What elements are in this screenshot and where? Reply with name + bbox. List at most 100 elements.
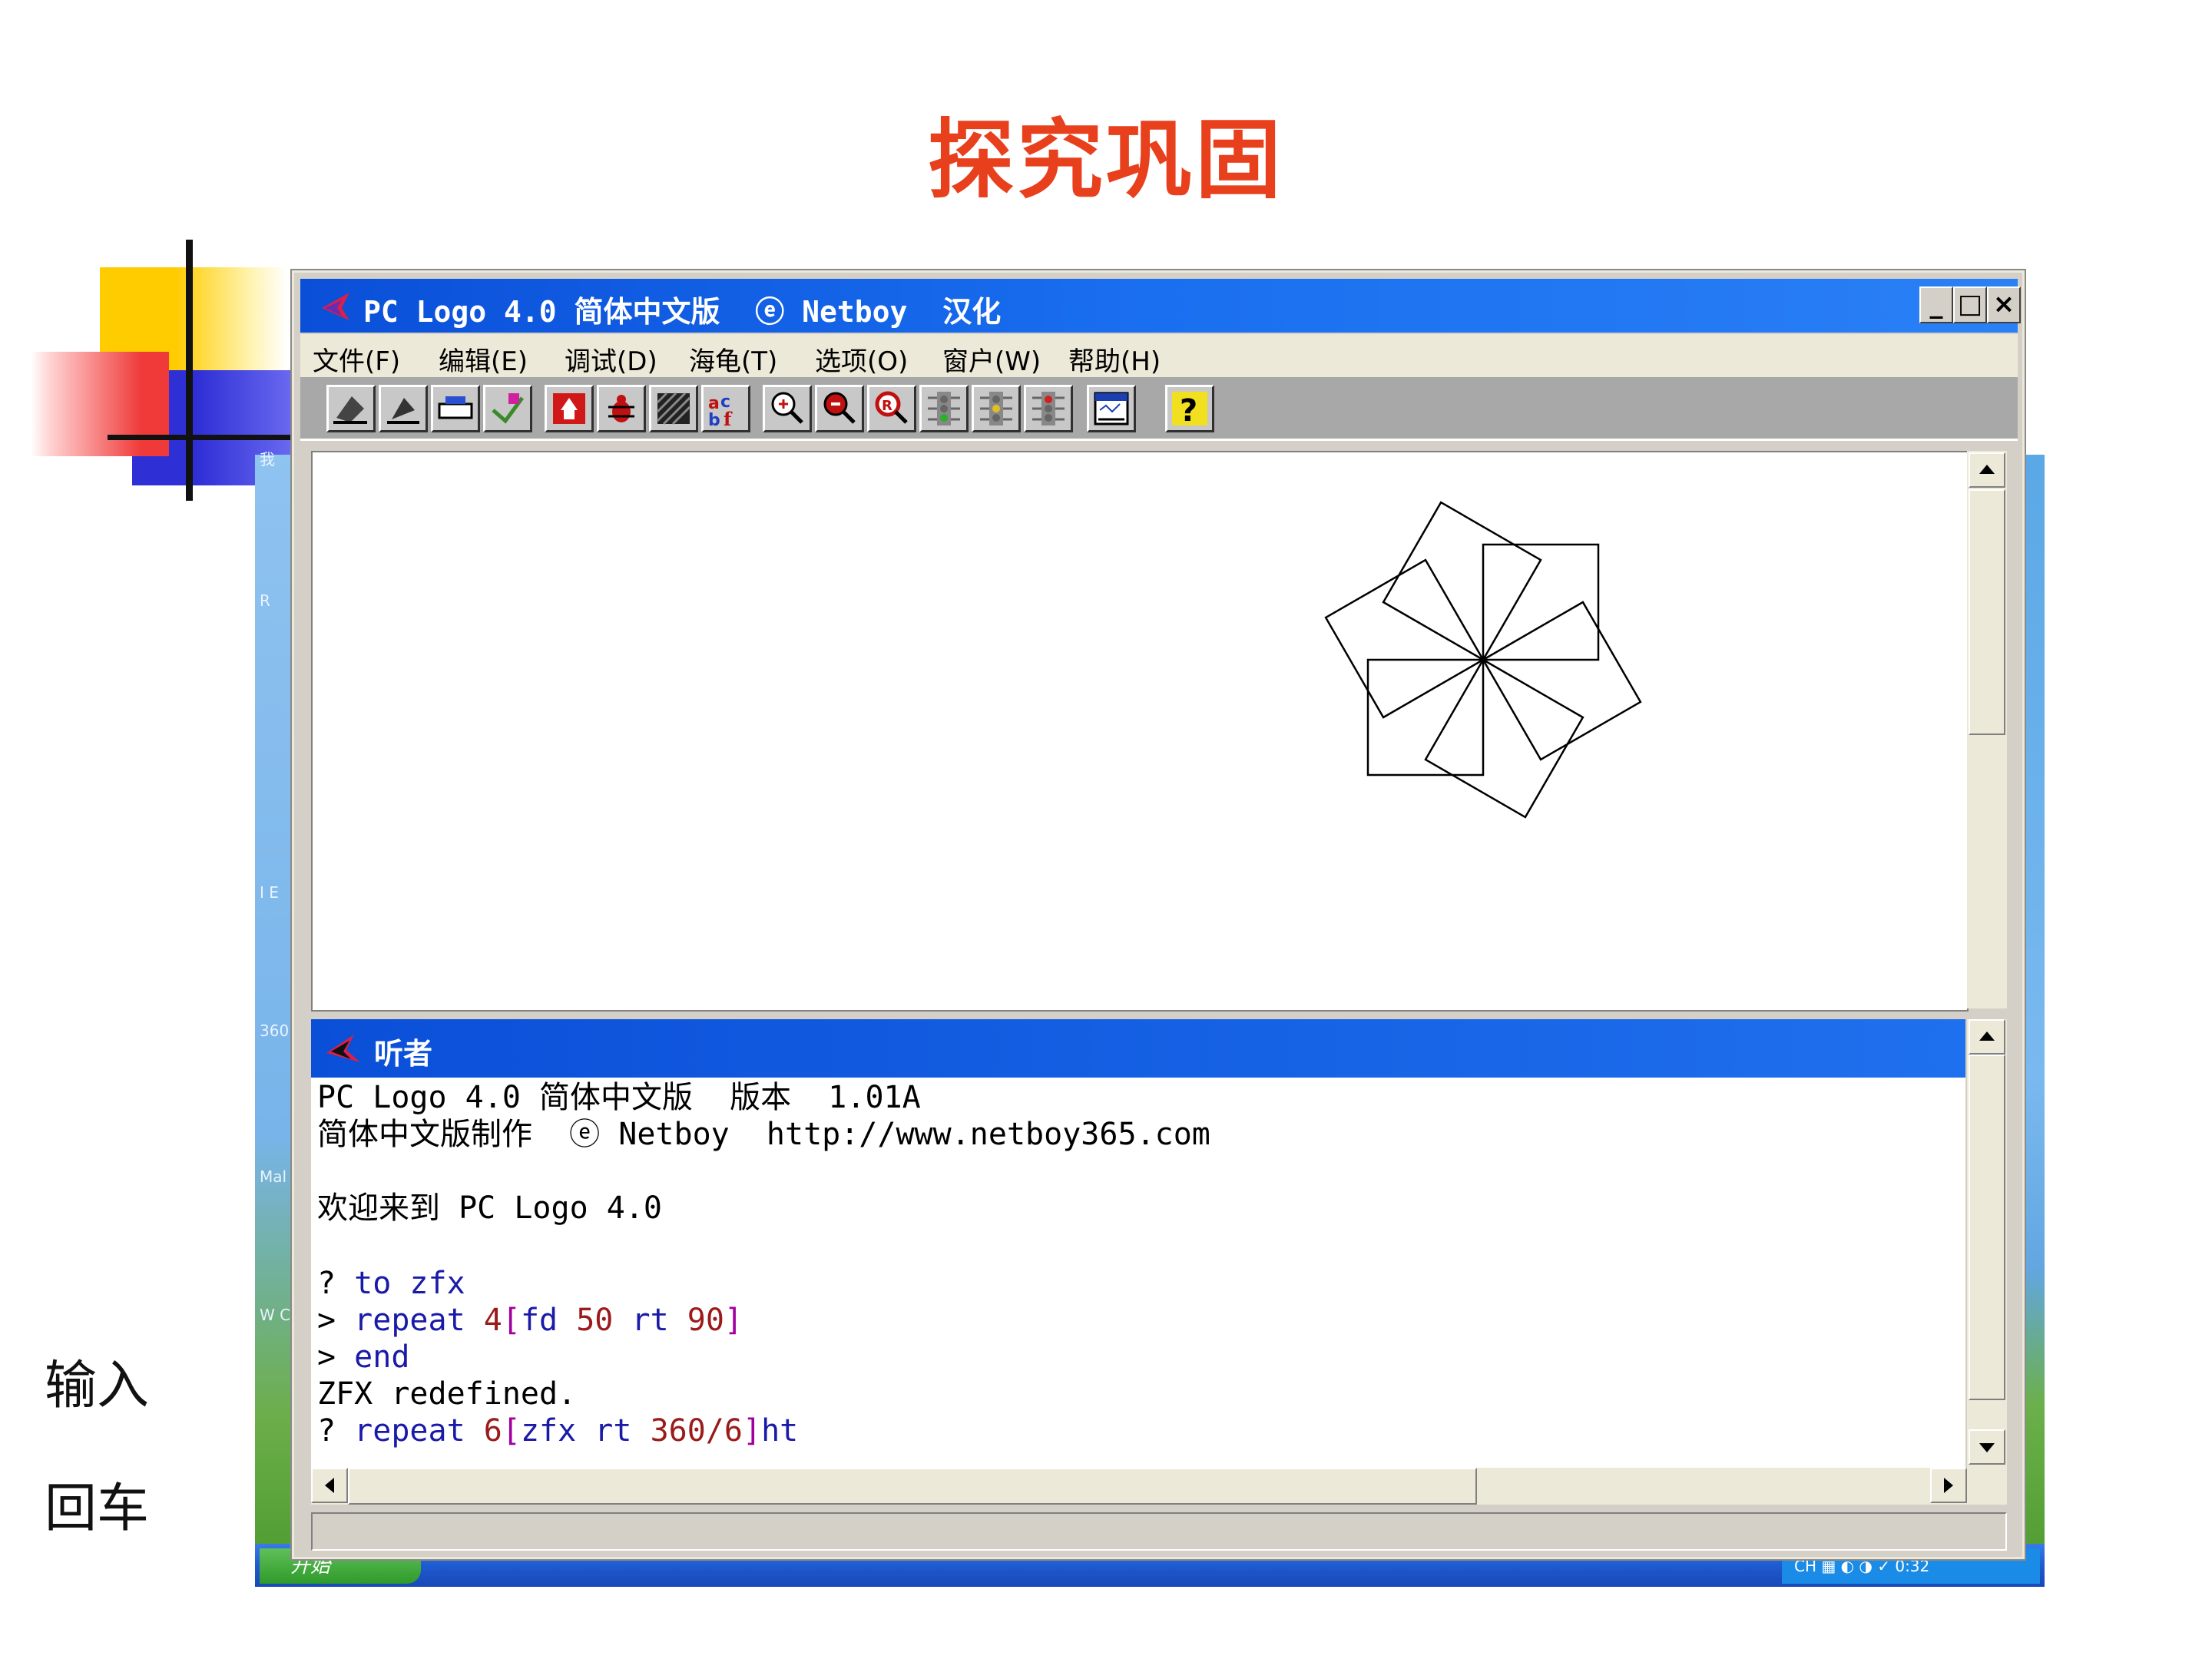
traffic-stop-icon[interactable] [1024,385,1073,432]
prompt: ? [317,1413,355,1449]
prompt: ? [317,1266,355,1301]
desktop-icon-label[interactable]: Mal [260,1167,286,1186]
menu-file[interactable]: 文件(F) [313,340,400,378]
svg-text:R: R [882,398,892,414]
bug-icon[interactable] [597,385,646,432]
decor-vertical-line [186,240,193,501]
status-bar [311,1512,2007,1551]
maximize-button[interactable]: □ [1953,286,1987,323]
font-icon[interactable]: acbf [701,385,750,432]
turtle-square [1482,601,1642,761]
turtle-square [1424,658,1584,819]
listener-vertical-scrollbar[interactable] [1967,1019,2007,1468]
print-icon[interactable] [431,385,480,432]
listener-line: 简体中文版制作 ⓔ Netboy http://www.netboy365.co… [317,1117,1210,1152]
prompt: > [317,1303,355,1338]
help-icon[interactable]: ? [1165,385,1214,432]
pattern-icon[interactable] [649,385,698,432]
listener-titlebar[interactable]: 听者 [311,1019,1965,1078]
graphics-canvas[interactable] [311,451,1969,1012]
keyword: end [354,1339,410,1375]
listener-text-area[interactable]: PC Logo 4.0 简体中文版 版本 1.01A 简体中文版制作 ⓔ Net… [311,1078,1965,1468]
scroll-down-button[interactable] [1969,1429,2005,1465]
listener-scroll-thumb[interactable] [1969,1055,2005,1400]
number: 4 [483,1303,502,1338]
bracket: ] [742,1413,762,1449]
pclogo-window: PC Logo 4.0 简体中文版 ⓔ Netboy 汉化 _ □ × 文件(F… [292,270,2025,1559]
bracket: [ [502,1303,521,1338]
toolbar: acbf R ? [300,377,2018,441]
menu-window[interactable]: 窗户(W) [942,340,1041,378]
listener-line: 欢迎来到 PC Logo 4.0 [317,1190,662,1226]
menu-options[interactable]: 选项(O) [815,340,908,378]
scroll-up-button[interactable] [1969,1019,2005,1055]
turtle-square [1324,558,1485,719]
keyword: ht [761,1413,799,1449]
bracket: [ [502,1413,521,1449]
keyword: rt [631,1303,669,1338]
menu-debug[interactable]: 调试(D) [565,340,657,378]
save-file-icon[interactable] [379,385,428,432]
desktop-icon-label[interactable]: 我 [260,447,275,469]
listener-icon [326,1035,360,1062]
keyword: to zfx [354,1266,465,1301]
side-note-input: 输入 [45,1356,150,1416]
slide-title: 探究巩固 [928,110,1284,210]
desktop-icon-label[interactable]: R [260,591,270,610]
keyword: zfx [520,1413,577,1449]
number: 50 [576,1303,614,1338]
number: 90 [687,1303,724,1338]
desktop-icon-label[interactable]: 360 [260,1022,289,1040]
listener-line: PC Logo 4.0 简体中文版 版本 1.01A [317,1080,921,1115]
side-note-enter: 回车 [45,1479,150,1539]
listener-horizontal-scrollbar[interactable] [311,1468,2007,1505]
keyword: fd [520,1303,558,1338]
listener-line: > repeat 4[fd 50 rt 90] [317,1302,743,1339]
number: 6 [483,1413,502,1449]
turtle-square [1382,501,1542,661]
decor-red-square [31,352,169,456]
open-file-icon[interactable] [326,385,376,432]
scroll-left-button[interactable] [311,1468,348,1503]
edit-icon[interactable] [483,385,532,432]
desktop-icon-label[interactable]: W C [260,1306,290,1324]
listener-line: > end [317,1339,409,1376]
listener-line: ? to zfx [317,1265,465,1302]
menu-bar: 文件(F) 编辑(E) 调试(D) 海龟(T) 选项(O) 窗户(W) 帮助(H… [300,334,2018,377]
listener-line: ? repeat 6[zfx rt 360/6]ht [317,1412,798,1449]
svg-text:f: f [724,408,733,430]
minimize-button[interactable]: _ [1919,286,1953,323]
prompt: > [317,1339,355,1375]
menu-edit[interactable]: 编辑(E) [439,340,528,378]
close-button[interactable]: × [1987,286,2021,323]
decor-horizontal-line [108,435,307,440]
desktop-icon-strip [255,455,292,1587]
graphics-scroll-thumb[interactable] [1969,489,2005,735]
turtle-home-icon[interactable] [545,385,594,432]
desktop-icon-label[interactable]: I E [260,883,279,902]
listener-title: 听者 [374,1037,433,1071]
zoom-in-icon[interactable] [763,385,812,432]
horizontal-scroll-thumb[interactable] [348,1468,1477,1505]
zoom-out-icon[interactable] [815,385,864,432]
menu-turtle[interactable]: 海龟(T) [689,340,777,378]
scroll-up-button[interactable] [1969,452,2005,488]
svg-text:?: ? [1180,393,1197,429]
listener-line: ZFX redefined. [317,1376,577,1412]
number: 360/6 [650,1413,743,1449]
turtle-drawing [1324,501,1642,819]
keyword: repeat [354,1413,465,1449]
bracket: ] [724,1303,743,1338]
window-titlebar[interactable]: PC Logo 4.0 简体中文版 ⓔ Netboy 汉化 _ □ × [300,279,2021,333]
svg-text:b: b [708,411,720,430]
window-icon[interactable] [1087,385,1136,432]
zoom-reset-icon[interactable]: R [867,385,916,432]
menu-help[interactable]: 帮助(H) [1068,340,1161,378]
pclogo-app-icon [322,293,349,320]
traffic-go-icon[interactable] [919,385,969,432]
keyword: repeat [354,1303,465,1338]
traffic-pause-icon[interactable] [972,385,1021,432]
scroll-right-button[interactable] [1930,1468,1967,1503]
graphics-vertical-scrollbar[interactable] [1967,451,2007,1008]
keyword: rt [594,1413,632,1449]
